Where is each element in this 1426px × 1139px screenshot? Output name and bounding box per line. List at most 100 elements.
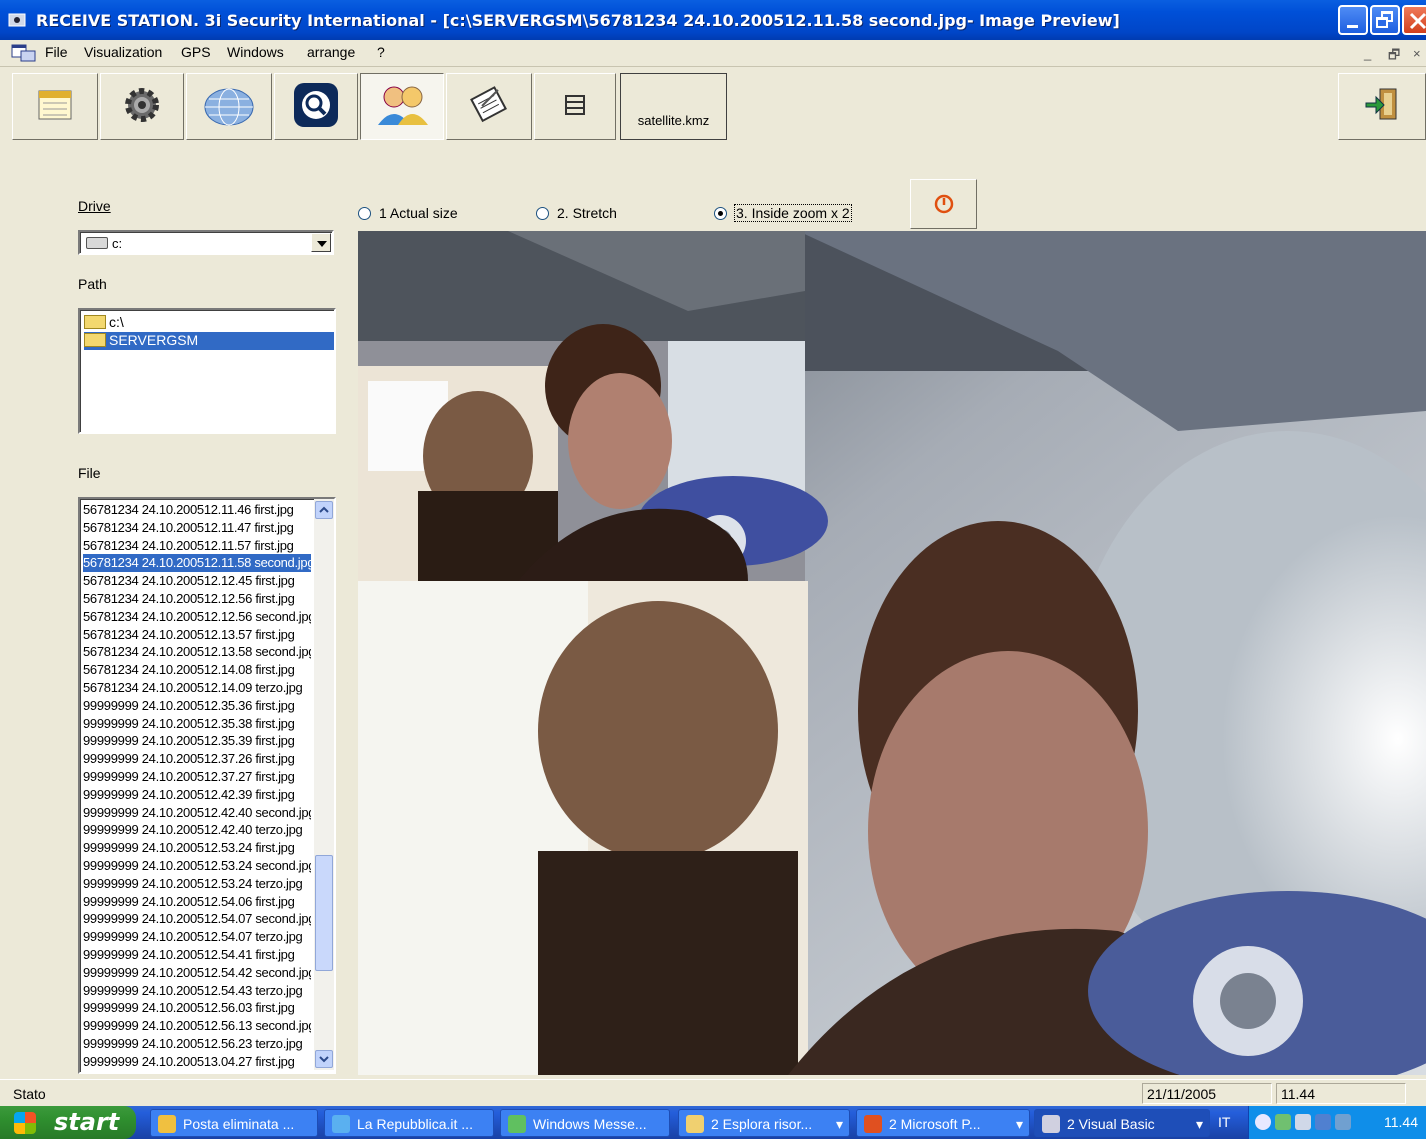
scroll-thumb[interactable] — [315, 855, 333, 971]
file-list-item[interactable]: 56781234 24.10.200512.11.46 first.jpg — [83, 501, 311, 519]
file-list-item[interactable]: 56781234 24.10.200512.14.09 terzo.jpg — [83, 679, 311, 697]
drive-label: Drive — [78, 198, 111, 214]
task-microsoft-powerpoint[interactable]: 2 Microsoft P... ▾ — [856, 1109, 1030, 1137]
search-button[interactable] — [274, 73, 358, 140]
notepad-icon — [468, 84, 510, 129]
chevron-down-icon[interactable] — [311, 233, 331, 252]
close-button[interactable] — [1402, 5, 1426, 35]
file-list-item[interactable]: 99999999 24.10.200512.35.38 first.jpg — [83, 715, 311, 733]
task-posta-eliminata[interactable]: Posta eliminata ... — [150, 1109, 318, 1137]
menu-arrange[interactable]: arrange — [307, 44, 355, 60]
vb-icon — [1042, 1115, 1060, 1133]
tray-messenger-icon[interactable] — [1275, 1114, 1291, 1130]
file-list-item[interactable]: 99999999 24.10.200512.56.13 second.jpg — [83, 1017, 311, 1035]
file-list-scrollbar[interactable] — [314, 499, 334, 1070]
menu-gps[interactable]: GPS — [181, 44, 211, 60]
file-list-item[interactable]: 99999999 24.10.200512.35.36 first.jpg — [83, 697, 311, 715]
menu-visualization[interactable]: Visualization — [84, 44, 162, 60]
file-list[interactable]: 56781234 24.10.200512.11.46 first.jpg 567… — [78, 497, 336, 1074]
file-list-item[interactable]: 56781234 24.10.200512.12.56 first.jpg — [83, 590, 311, 608]
file-list-item[interactable]: 99999999 24.10.200512.37.27 first.jpg — [83, 768, 311, 786]
file-list-item[interactable]: 99999999 24.10.200512.53.24 second.jpg — [83, 857, 311, 875]
path-list[interactable]: c:\ SERVERGSM — [78, 308, 336, 434]
file-list-item[interactable]: 99999999 24.10.200512.54.43 terzo.jpg — [83, 982, 311, 1000]
tray-device-icon[interactable] — [1335, 1114, 1351, 1130]
users-button[interactable] — [360, 73, 444, 140]
start-button[interactable]: start — [0, 1106, 136, 1139]
chevron-down-icon: ▾ — [1015, 1116, 1023, 1132]
power-button[interactable] — [910, 179, 977, 229]
option-stretch[interactable]: 2. Stretch — [536, 205, 617, 221]
windows-logo-icon — [14, 1112, 36, 1134]
file-list-item[interactable]: 99999999 24.10.200512.35.39 first.jpg — [83, 732, 311, 750]
language-indicator[interactable]: IT — [1218, 1114, 1230, 1130]
file-list-item[interactable]: 99999999 24.10.200512.42.39 first.jpg — [83, 786, 311, 804]
file-list-item[interactable]: 99999999 24.10.200512.54.42 second.jpg — [83, 964, 311, 982]
folder-icon — [686, 1115, 704, 1133]
file-list-item[interactable]: 99999999 24.10.200513.04.27 first.jpg — [83, 1053, 311, 1071]
tray-monitor-icon[interactable] — [1315, 1114, 1331, 1130]
file-list-item[interactable]: 99999999 24.10.200512.42.40 second.jpg — [83, 804, 311, 822]
file-list-item[interactable]: 99999999 24.10.200512.56.23 terzo.jpg — [83, 1035, 311, 1053]
file-list-item[interactable]: 56781234 24.10.200512.13.58 second.jpg — [83, 643, 311, 661]
app-icon[interactable] — [8, 11, 26, 29]
file-list-item[interactable]: 99999999 24.10.200512.54.07 second.jpg — [83, 910, 311, 928]
exit-door-icon — [1362, 85, 1402, 128]
radio-actual-size[interactable] — [358, 207, 371, 220]
menu-windows[interactable]: Windows — [227, 44, 284, 60]
scroll-up-button[interactable] — [315, 501, 333, 519]
file-list-item[interactable]: 56781234 24.10.200512.13.57 first.jpg — [83, 626, 311, 644]
gear-icon — [120, 83, 164, 130]
globe-button[interactable] — [186, 73, 272, 140]
list-button[interactable] — [534, 73, 616, 140]
file-list-item[interactable]: 99999999 24.10.200512.54.41 first.jpg — [83, 946, 311, 964]
task-windows-messenger[interactable]: Windows Messe... — [500, 1109, 670, 1137]
file-list-item[interactable]: 99999999 24.10.200512.42.40 terzo.jpg — [83, 821, 311, 839]
file-list-item[interactable]: 56781234 24.10.200512.14.08 first.jpg — [83, 661, 311, 679]
settings-button[interactable] — [100, 73, 184, 140]
scroll-down-button[interactable] — [315, 1050, 333, 1068]
menu-file[interactable]: File — [45, 44, 68, 60]
open-folder-icon — [84, 315, 106, 329]
notepad-button[interactable] — [446, 73, 532, 140]
file-list-item[interactable]: 99999999 24.10.200512.54.07 terzo.jpg — [83, 928, 311, 946]
option-inside-zoom[interactable]: 3. Inside zoom x 2 — [714, 204, 852, 222]
file-list-item[interactable]: 99999999 24.10.200512.54.06 first.jpg — [83, 893, 311, 911]
file-list-item[interactable]: 99999999 24.10.200512.53.24 terzo.jpg — [83, 875, 311, 893]
file-list-item[interactable]: 99999999 24.10.200512.56.03 first.jpg — [83, 999, 311, 1017]
file-list-item[interactable]: 56781234 24.10.200512.11.58 second.jpg — [83, 554, 311, 573]
path-item-servergsm[interactable]: SERVERGSM — [84, 332, 334, 350]
mdi-close-button[interactable]: × — [1413, 46, 1421, 61]
minimize-button[interactable] — [1338, 5, 1368, 35]
exit-button[interactable] — [1338, 73, 1426, 140]
clock[interactable]: 11.44 — [1384, 1114, 1418, 1130]
mdi-restore-button[interactable]: 🗗 — [1388, 46, 1400, 68]
restore-button[interactable] — [1370, 5, 1400, 35]
task-repubblica[interactable]: La Repubblica.it ... — [324, 1109, 494, 1137]
drive-select[interactable]: c: — [78, 230, 334, 255]
status-text: Stato — [13, 1086, 46, 1102]
satellite-kmz-button[interactable]: satellite.kmz — [620, 73, 727, 140]
task-esplora-risorse[interactable]: 2 Esplora risor... ▾ — [678, 1109, 850, 1137]
radio-inside-zoom[interactable] — [714, 207, 727, 220]
drive-value: c: — [112, 236, 123, 251]
tray-expand-icon[interactable] — [1255, 1114, 1271, 1130]
file-list-item[interactable]: 99999999 24.10.200512.37.26 first.jpg — [83, 750, 311, 768]
image-preview[interactable] — [358, 231, 1426, 1075]
option-actual-size[interactable]: 1 Actual size — [358, 205, 458, 221]
file-list-item[interactable]: 56781234 24.10.200512.12.56 second.jpg — [83, 608, 311, 626]
file-list-item[interactable]: 56781234 24.10.200512.11.57 first.jpg — [83, 537, 311, 555]
tray-network-icon[interactable] — [1295, 1114, 1311, 1130]
calendar-button[interactable] — [12, 73, 98, 140]
path-item-root[interactable]: c:\ — [84, 314, 124, 332]
title-bar[interactable]: RECEIVE STATION. 3i Security Internation… — [0, 0, 1426, 40]
file-list-item[interactable]: 99999999 24.10.200512.53.24 first.jpg — [83, 839, 311, 857]
file-list-item[interactable]: 56781234 24.10.200512.11.47 first.jpg — [83, 519, 311, 537]
document-window-icon[interactable] — [11, 44, 37, 62]
mdi-minimize-button[interactable]: _ — [1364, 46, 1371, 61]
file-list-item[interactable]: 56781234 24.10.200512.12.45 first.jpg — [83, 572, 311, 590]
task-visual-basic[interactable]: 2 Visual Basic ▾ — [1034, 1109, 1210, 1137]
radio-stretch[interactable] — [536, 207, 549, 220]
menu-help[interactable]: ? — [377, 44, 385, 60]
outlook-icon — [158, 1115, 176, 1133]
